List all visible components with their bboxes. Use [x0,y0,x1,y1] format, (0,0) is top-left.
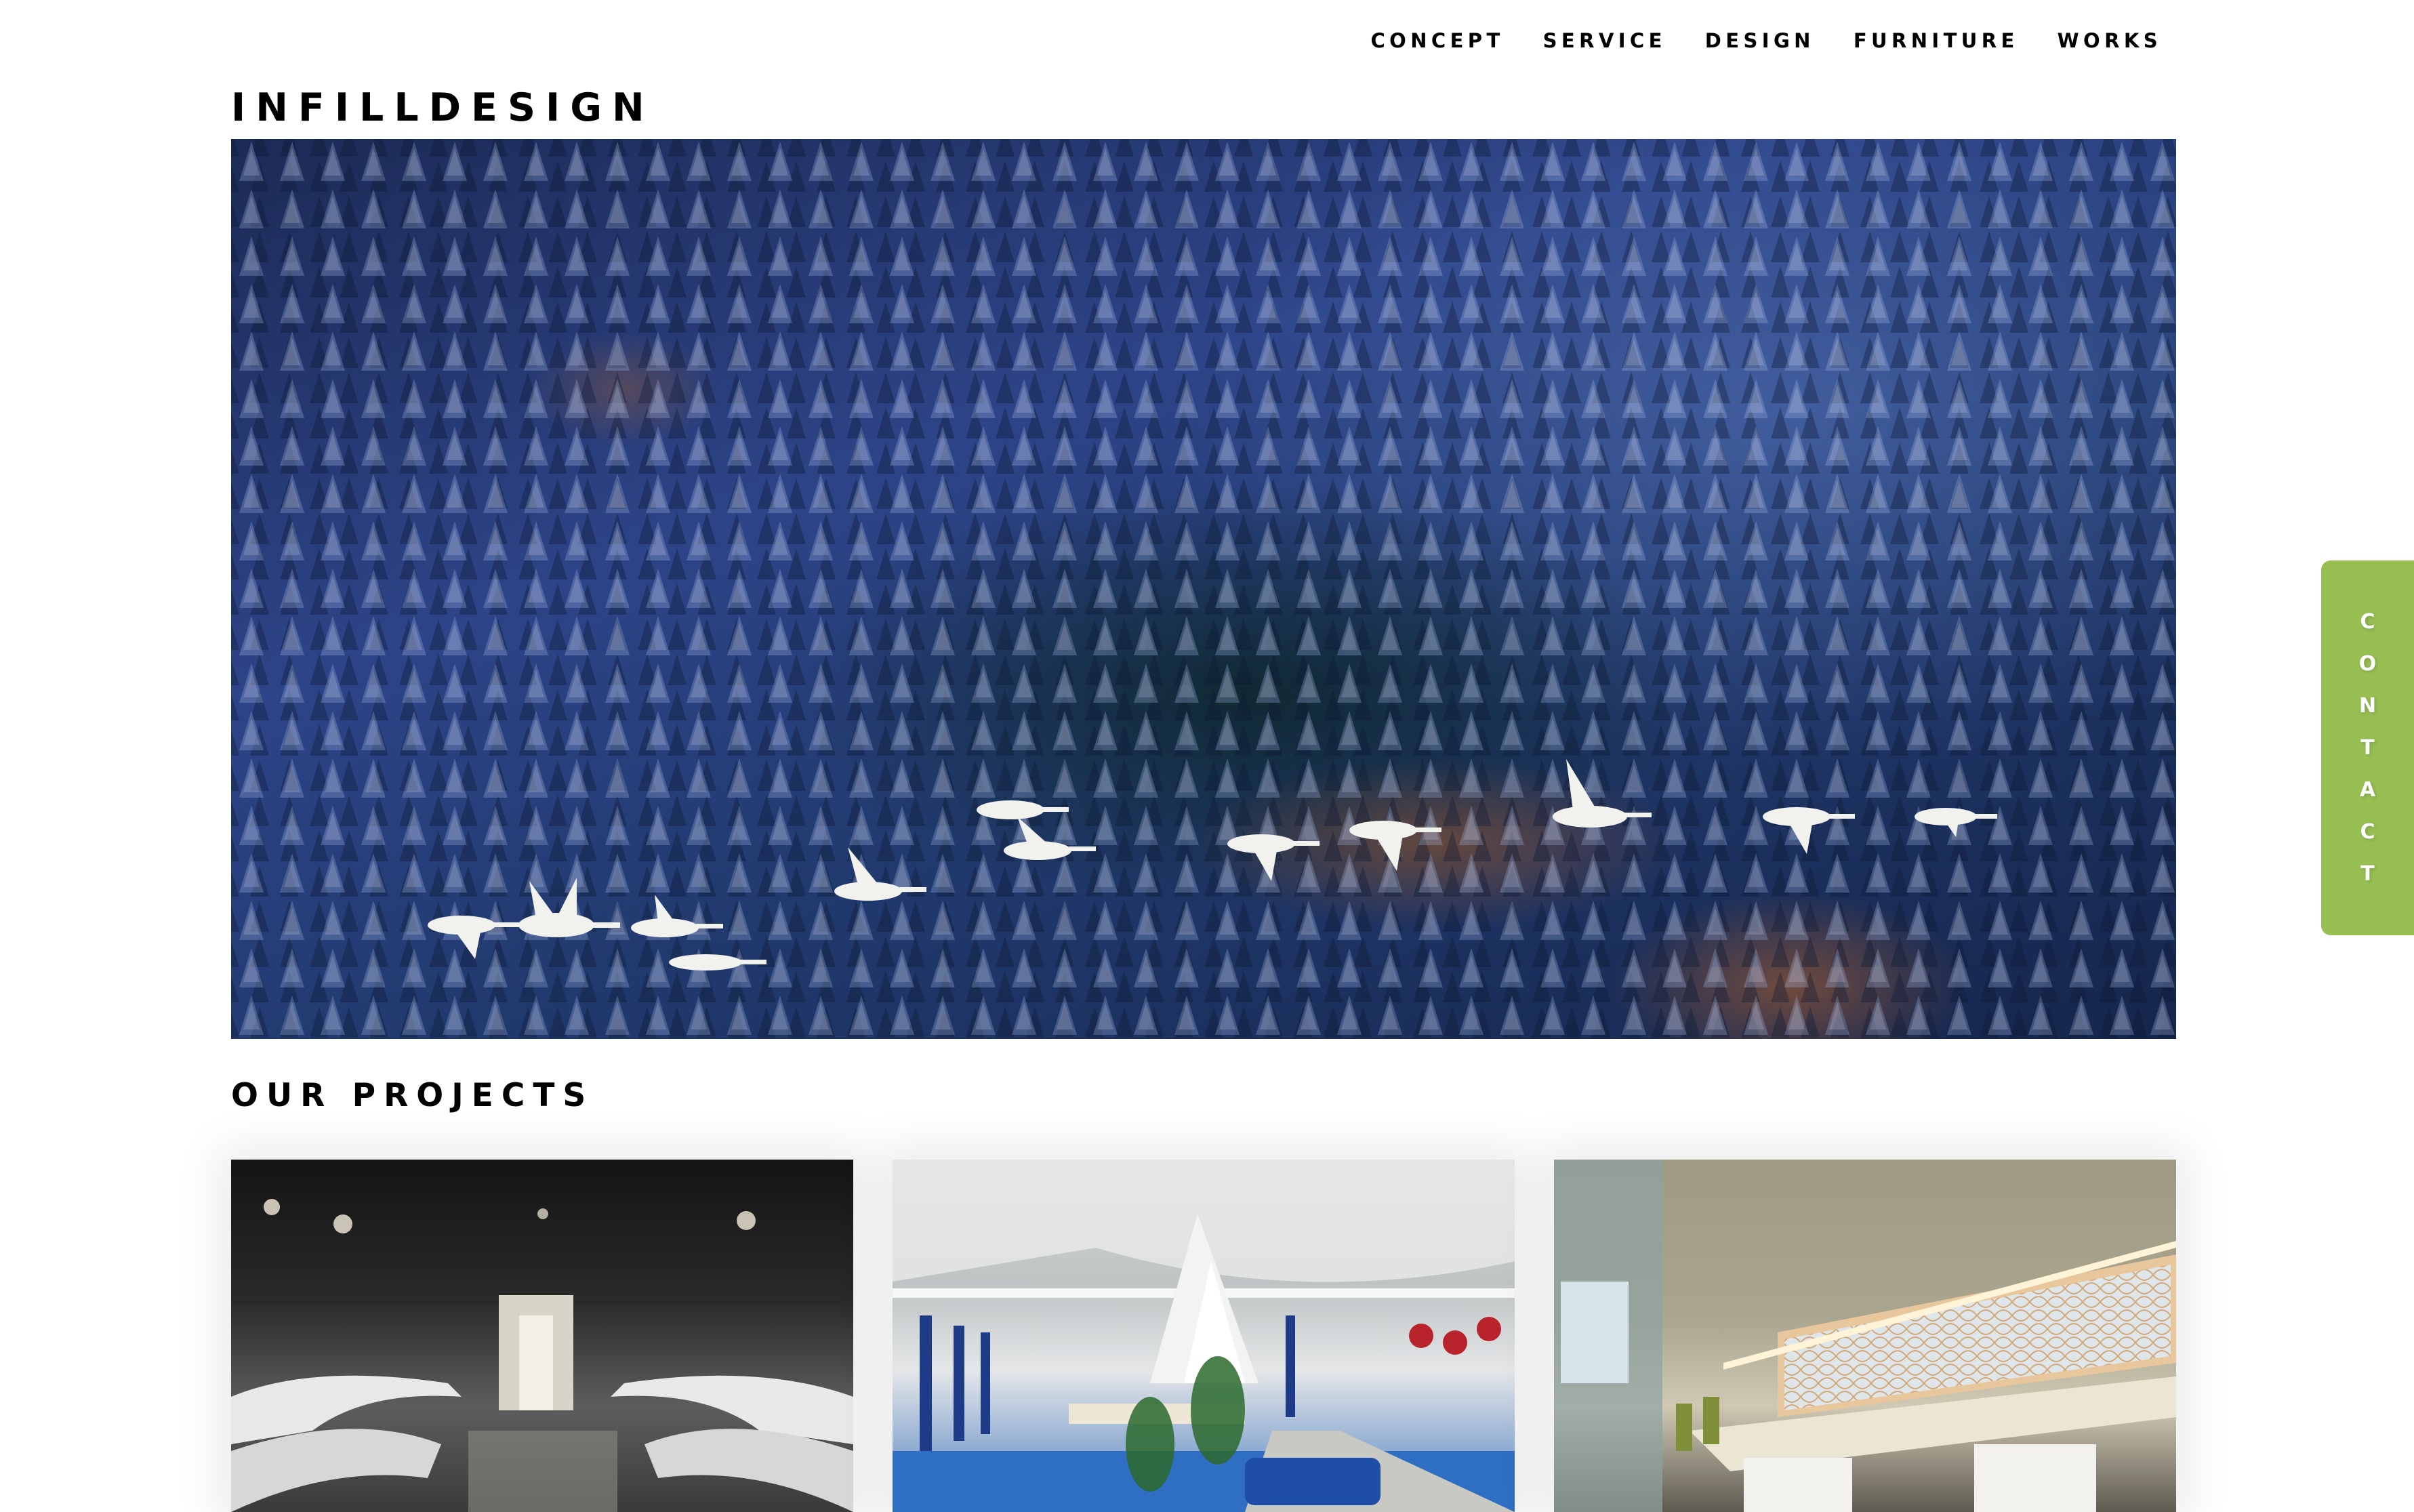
project-image-desk-row [1554,1160,2176,1512]
project-card[interactable] [231,1160,853,1512]
nav-item-furniture[interactable]: FURNITURE [1854,27,2019,54]
project-image-open-office [893,1160,1515,1512]
contact-letter: T [2360,735,2375,760]
project-image-meeting-room [231,1199,853,1512]
projects-heading: OUR PROJECTS [231,1077,594,1114]
site-logo[interactable]: INFILLDESIGN [231,84,655,131]
contact-letter: A [2359,777,2376,802]
project-card[interactable] [1554,1160,2176,1512]
contact-tab[interactable]: C O N T A C T [2321,560,2414,935]
main-nav: CONCEPT SERVICE DESIGN FURNITURE WORKS [1370,27,2162,54]
hero-forest-swans-illustration [231,139,2176,1039]
nav-item-concept[interactable]: CONCEPT [1370,27,1504,54]
project-card[interactable] [893,1160,1515,1512]
hero-image [231,139,2176,1039]
contact-letter: C [2360,609,2375,634]
nav-item-works[interactable]: WORKS [2058,27,2162,54]
nav-item-design[interactable]: DESIGN [1705,27,1815,54]
contact-letter: N [2358,693,2377,718]
contact-letter: O [2358,651,2377,676]
contact-letter: T [2360,861,2375,886]
contact-letter: C [2360,819,2375,844]
project-grid [231,1160,2176,1512]
nav-item-service[interactable]: SERVICE [1543,27,1666,54]
forest-texture-snow [231,139,2176,1039]
